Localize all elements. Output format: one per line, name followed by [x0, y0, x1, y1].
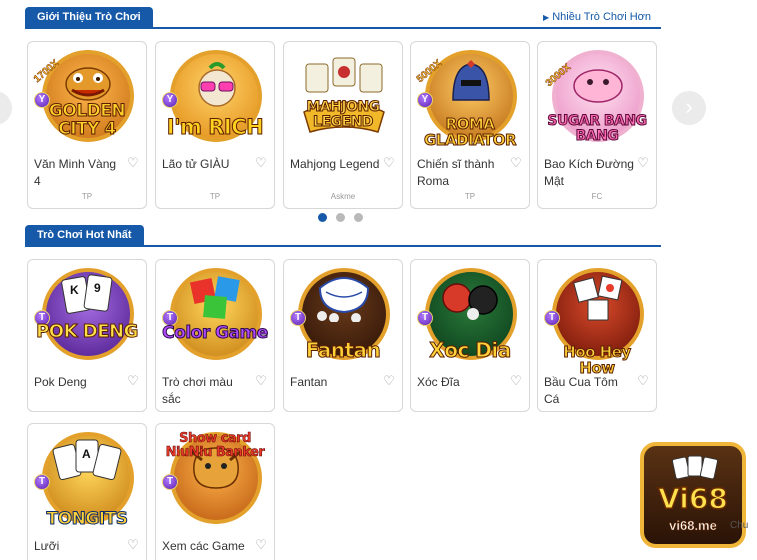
- game-title: Xóc Đĩa: [417, 375, 460, 389]
- game-art: T Fantan: [284, 260, 402, 368]
- heart-icon[interactable]: ♡: [126, 374, 140, 388]
- game-logo-text: TONGITS: [46, 509, 128, 529]
- game-art: T Color Game: [156, 260, 274, 368]
- more-games-link[interactable]: ▶ Nhiều Trò Chơi Hơn: [543, 11, 651, 23]
- game-logo-text: I'm RICH: [166, 115, 264, 139]
- promo-side-text: Chu: [730, 520, 749, 531]
- game-title: Mahjong Legend: [290, 157, 380, 171]
- game-art: MAHJONG LEGEND: [284, 42, 402, 150]
- provider-badge: T: [544, 310, 560, 326]
- game-art: Y I'm RICH: [156, 42, 274, 150]
- game-card-xoc-dia[interactable]: T Xoc Dia Xóc Đĩa ♡: [410, 259, 530, 412]
- game-logo-text: Xoc Dia: [429, 338, 512, 362]
- game-card-roma-gladiator[interactable]: 5000X Y ROMA GLADIATOR Chiến sĩ thành Ro…: [410, 41, 530, 209]
- provider-badge: Y: [162, 92, 178, 108]
- game-provider: TP: [81, 192, 93, 201]
- game-card-fantan[interactable]: T Fantan Fantan ♡: [283, 259, 403, 412]
- game-card-im-rich[interactable]: Y I'm RICH Lão tử GIÀU ♡ TP: [155, 41, 275, 209]
- triangle-right-icon: ▶: [543, 13, 550, 22]
- heart-icon[interactable]: ♡: [382, 156, 396, 170]
- game-logo-text: Hoo Hey How: [563, 343, 632, 377]
- game-art: T Show card NiuNiu Banker: [156, 424, 274, 532]
- game-card-golden-city[interactable]: 1700X Y GOLDEN CITY 4 Văn Minh Vàng 4 ♡ …: [27, 41, 147, 209]
- game-provider: FC: [591, 192, 603, 201]
- game-art: K 9 T POK DENG: [28, 260, 146, 368]
- game-title: Xem các Game: [162, 539, 245, 553]
- game-card-pok-deng[interactable]: K 9 T POK DENG Pok Deng ♡: [27, 259, 147, 412]
- game-art: 3000X SUGAR BANG BANG: [538, 42, 656, 150]
- game-card-mahjong-legend[interactable]: MAHJONG LEGEND Mahjong Legend ♡ Askme: [283, 41, 403, 209]
- carousel-prev-button[interactable]: ‹: [0, 91, 12, 125]
- heart-icon[interactable]: ♡: [126, 156, 140, 170]
- carousel-dot-2[interactable]: [336, 213, 345, 222]
- game-art: 5000X Y ROMA GLADIATOR: [411, 42, 529, 150]
- svg-text:9: 9: [94, 281, 101, 295]
- intro-section-title: Giới Thiệu Trò Chơi: [25, 7, 153, 28]
- game-art: T Hoo Hey How: [538, 260, 656, 377]
- carousel-dot-3[interactable]: [354, 213, 363, 222]
- game-logo-text: ROMA GLADIATOR: [424, 115, 518, 149]
- carousel-dot-1[interactable]: [318, 213, 327, 222]
- heart-icon[interactable]: ♡: [636, 156, 650, 170]
- carousel-next-button[interactable]: ›: [672, 91, 706, 125]
- game-art: T Xoc Dia: [411, 260, 529, 368]
- game-logo-text: POK DENG: [36, 321, 139, 342]
- game-card-tongits[interactable]: A T TONGITS Lưỡi ♡: [27, 423, 147, 560]
- game-card-hoo-hey-how[interactable]: T Hoo Hey How Bầu Cua Tôm Cá ♡: [537, 259, 657, 412]
- game-art: 1700X Y GOLDEN CITY 4: [28, 42, 146, 150]
- provider-badge: Y: [417, 92, 433, 108]
- vi68-promo-badge[interactable]: Vi68 vi68.me Chu: [638, 440, 757, 560]
- game-title: Bao Kích Đường Mật: [544, 157, 634, 188]
- game-title: Pok Deng: [34, 375, 87, 389]
- game-logo-text: SUGAR BANG BANG: [547, 113, 648, 144]
- heart-icon[interactable]: ♡: [254, 538, 268, 552]
- game-provider: TP: [209, 192, 221, 201]
- game-card-niuniu-banker[interactable]: T Show card NiuNiu Banker Xem các Game ♡: [155, 423, 275, 560]
- game-title: Lưỡi: [34, 539, 60, 553]
- heart-icon[interactable]: ♡: [382, 374, 396, 388]
- game-provider: TP: [464, 192, 476, 201]
- provider-badge: T: [34, 474, 50, 490]
- svg-text:A: A: [82, 447, 91, 461]
- game-art: A T TONGITS: [28, 424, 146, 532]
- carousel-pagination: [318, 213, 368, 223]
- provider-badge: T: [290, 310, 306, 326]
- game-logo-text: Color Game: [162, 323, 269, 343]
- game-title: Lão tử GIÀU: [162, 157, 230, 171]
- hot-section-title: Trò Chơi Hot Nhất: [25, 225, 144, 246]
- game-logo-text: MAHJONG LEGEND: [306, 99, 381, 130]
- promo-brand: Vi68: [657, 481, 728, 516]
- provider-badge: T: [162, 474, 178, 490]
- heart-icon[interactable]: ♡: [509, 156, 523, 170]
- promo-url: vi68.me: [669, 518, 717, 534]
- heart-icon[interactable]: ♡: [126, 538, 140, 552]
- game-logo-text: Fantan: [305, 338, 381, 362]
- heart-icon[interactable]: ♡: [254, 156, 268, 170]
- heart-icon[interactable]: ♡: [509, 374, 523, 388]
- hot-section-header: Trò Chơi Hot Nhất: [25, 225, 661, 247]
- game-title: Fantan: [290, 375, 328, 389]
- game-card-color-game[interactable]: T Color Game Trò chơi màu sắc ♡: [155, 259, 275, 412]
- provider-badge: T: [417, 310, 433, 326]
- game-title: Chiến sĩ thành Roma: [417, 157, 495, 188]
- heart-icon[interactable]: ♡: [254, 374, 268, 388]
- game-title: Bầu Cua Tôm Cá: [544, 375, 618, 406]
- heart-icon[interactable]: ♡: [636, 374, 650, 388]
- game-title: Trò chơi màu sắc: [162, 375, 233, 406]
- playing-cards-icon: [671, 455, 719, 480]
- vi68-logo: Vi68 vi68.me: [640, 442, 746, 548]
- game-card-sugar-bang-bang[interactable]: 3000X SUGAR BANG BANG Bao Kích Đường Mật…: [537, 41, 657, 209]
- chevron-right-icon: ›: [685, 94, 693, 119]
- more-games-label: Nhiều Trò Chơi Hơn: [552, 11, 651, 23]
- intro-section-header: Giới Thiệu Trò Chơi ▶ Nhiều Trò Chơi Hơn: [25, 7, 661, 29]
- game-title: Văn Minh Vàng 4: [34, 157, 117, 188]
- game-logo-text: Show card NiuNiu Banker: [165, 431, 265, 460]
- game-provider: Askme: [330, 192, 356, 201]
- svg-text:K: K: [70, 283, 79, 297]
- game-logo-text: GOLDEN CITY 4: [48, 101, 126, 139]
